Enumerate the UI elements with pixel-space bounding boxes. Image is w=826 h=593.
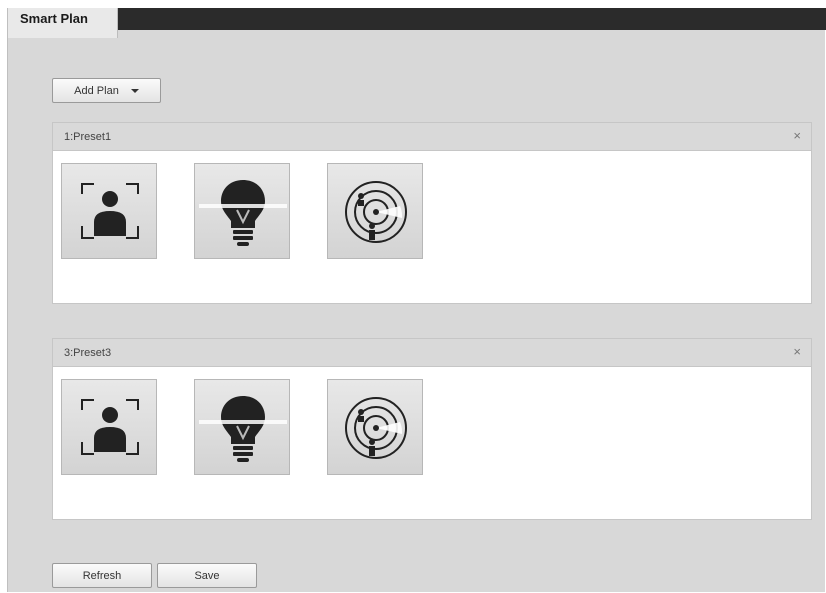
face-detection-button[interactable] — [61, 163, 157, 259]
light-bulb-icon — [199, 180, 287, 246]
preset-section-body — [53, 151, 811, 303]
chevron-down-icon — [130, 88, 139, 93]
preset-section: 3:Preset3 × — [52, 338, 812, 520]
light-bulb-icon — [199, 396, 287, 462]
face-detection-icon — [81, 399, 139, 455]
preset-section-header: 1:Preset1 × — [53, 123, 811, 151]
smart-plan-panel: Smart Plan Add Plan 1:Preset1 × 3:Preset… — [7, 8, 826, 592]
save-button[interactable]: Save — [157, 563, 257, 588]
preset-title: 3:Preset3 — [64, 347, 112, 359]
add-plan-dropdown[interactable]: Add Plan — [52, 78, 161, 103]
light-bulb-button[interactable] — [194, 379, 290, 475]
radar-tracking-icon — [345, 181, 407, 243]
radar-tracking-icon — [345, 397, 407, 459]
preset-section-body — [53, 367, 811, 519]
preset-title: 1:Preset1 — [64, 131, 112, 143]
close-icon[interactable]: × — [793, 345, 801, 359]
preset-section-header: 3:Preset3 × — [53, 339, 811, 367]
light-bulb-button[interactable] — [194, 163, 290, 259]
radar-tracking-button[interactable] — [327, 163, 423, 259]
tab-smart-plan[interactable]: Smart Plan — [8, 8, 118, 38]
add-plan-label: Add Plan — [74, 84, 119, 97]
refresh-button[interactable]: Refresh — [52, 563, 152, 588]
face-detection-button[interactable] — [61, 379, 157, 475]
preset-section: 1:Preset1 × — [52, 122, 812, 304]
face-detection-icon — [81, 183, 139, 239]
tab-bar — [8, 8, 826, 30]
radar-tracking-button[interactable] — [327, 379, 423, 475]
close-icon[interactable]: × — [793, 129, 801, 143]
